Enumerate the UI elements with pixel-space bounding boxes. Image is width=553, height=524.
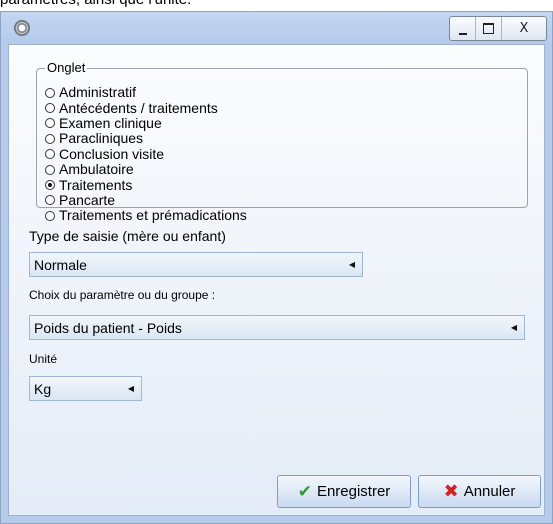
radio-label: Administratif	[59, 84, 137, 101]
dropdown-arrow-icon[interactable]: ◀	[342, 253, 362, 276]
radio-option[interactable]: Ambulatoire	[45, 162, 247, 177]
type-saisie-value: Normale	[34, 256, 87, 273]
onglet-radio-list: Administratif Antécédents / traitements Ex…	[45, 85, 247, 224]
radio-label: Pancarte	[59, 191, 116, 208]
unite-select[interactable]: Kg ◀	[29, 376, 142, 401]
check-icon: ✔	[297, 481, 312, 502]
maximize-button[interactable]	[476, 17, 502, 40]
radio-option[interactable]: Traitements et prémadications	[45, 208, 247, 223]
radio-label: Paracliniques	[59, 130, 144, 147]
dropdown-arrow-icon[interactable]: ◀	[504, 316, 524, 339]
cancel-button[interactable]: ✖ Annuler	[418, 475, 541, 508]
radio-option[interactable]: Antécédents / traitements	[45, 100, 247, 115]
dialog-body: Onglet Administratif Antécédents / traite…	[8, 44, 545, 516]
radio-option[interactable]: Examen clinique	[45, 114, 247, 131]
type-saisie-label: Type de saisie (mère ou enfant)	[29, 228, 226, 244]
window-controls: X	[449, 16, 547, 41]
radio-button[interactable]	[45, 195, 55, 206]
radio-label: Examen clinique	[59, 114, 162, 131]
title-bar[interactable]: X	[1, 12, 552, 44]
dropdown-arrow-icon[interactable]: ◀	[121, 377, 141, 400]
save-button[interactable]: ✔ Enregistrer	[277, 475, 411, 508]
radio-button[interactable]	[45, 210, 55, 221]
radio-button[interactable]	[45, 133, 55, 144]
caption-strip: paramètres, ainsi que l'unité.	[0, 0, 553, 11]
radio-label: Traitements et prémadications	[59, 207, 247, 224]
radio-button[interactable]	[45, 180, 55, 191]
radio-button[interactable]	[45, 87, 55, 98]
parametre-value: Poids du patient - Poids	[34, 319, 182, 336]
gear-icon	[14, 20, 30, 36]
radio-option[interactable]: Administratif	[45, 85, 247, 100]
parametre-label: Choix du paramètre ou du groupe :	[29, 288, 216, 302]
radio-option[interactable]: Conclusion visite	[45, 145, 247, 162]
radio-button[interactable]	[45, 149, 55, 160]
radio-label: Traitements	[59, 176, 133, 193]
radio-label: Ambulatoire	[59, 161, 134, 178]
onglet-groupbox: Onglet Administratif Antécédents / traite…	[36, 60, 528, 223]
radio-button[interactable]	[45, 103, 55, 114]
onglet-legend: Onglet	[45, 60, 88, 75]
dialog-window: X Onglet Administratif Antécédents / trai…	[0, 11, 553, 524]
caption-text: paramètres, ainsi que l'unité.	[0, 0, 191, 8]
radio-option[interactable]: Pancarte	[45, 191, 247, 208]
minimize-button[interactable]	[450, 17, 476, 40]
close-icon: X	[519, 21, 529, 36]
unite-label: Unité	[29, 352, 58, 366]
cross-icon: ✖	[443, 481, 459, 502]
radio-label: Antécédents / traitements	[59, 99, 218, 116]
minimize-icon	[458, 32, 467, 35]
parametre-select[interactable]: Poids du patient - Poids ◀	[29, 315, 525, 340]
cancel-button-label: Annuler	[463, 483, 516, 500]
save-button-label: Enregistrer	[316, 483, 391, 500]
radio-button[interactable]	[45, 164, 55, 175]
maximize-icon	[483, 23, 494, 34]
type-saisie-select[interactable]: Normale ◀	[29, 252, 363, 277]
radio-option[interactable]: Traitements	[45, 177, 247, 192]
radio-button[interactable]	[45, 118, 55, 129]
radio-label: Conclusion visite	[59, 145, 165, 162]
unite-value: Kg	[34, 380, 52, 397]
close-button[interactable]: X	[502, 17, 546, 40]
radio-option[interactable]: Paracliniques	[45, 131, 247, 146]
